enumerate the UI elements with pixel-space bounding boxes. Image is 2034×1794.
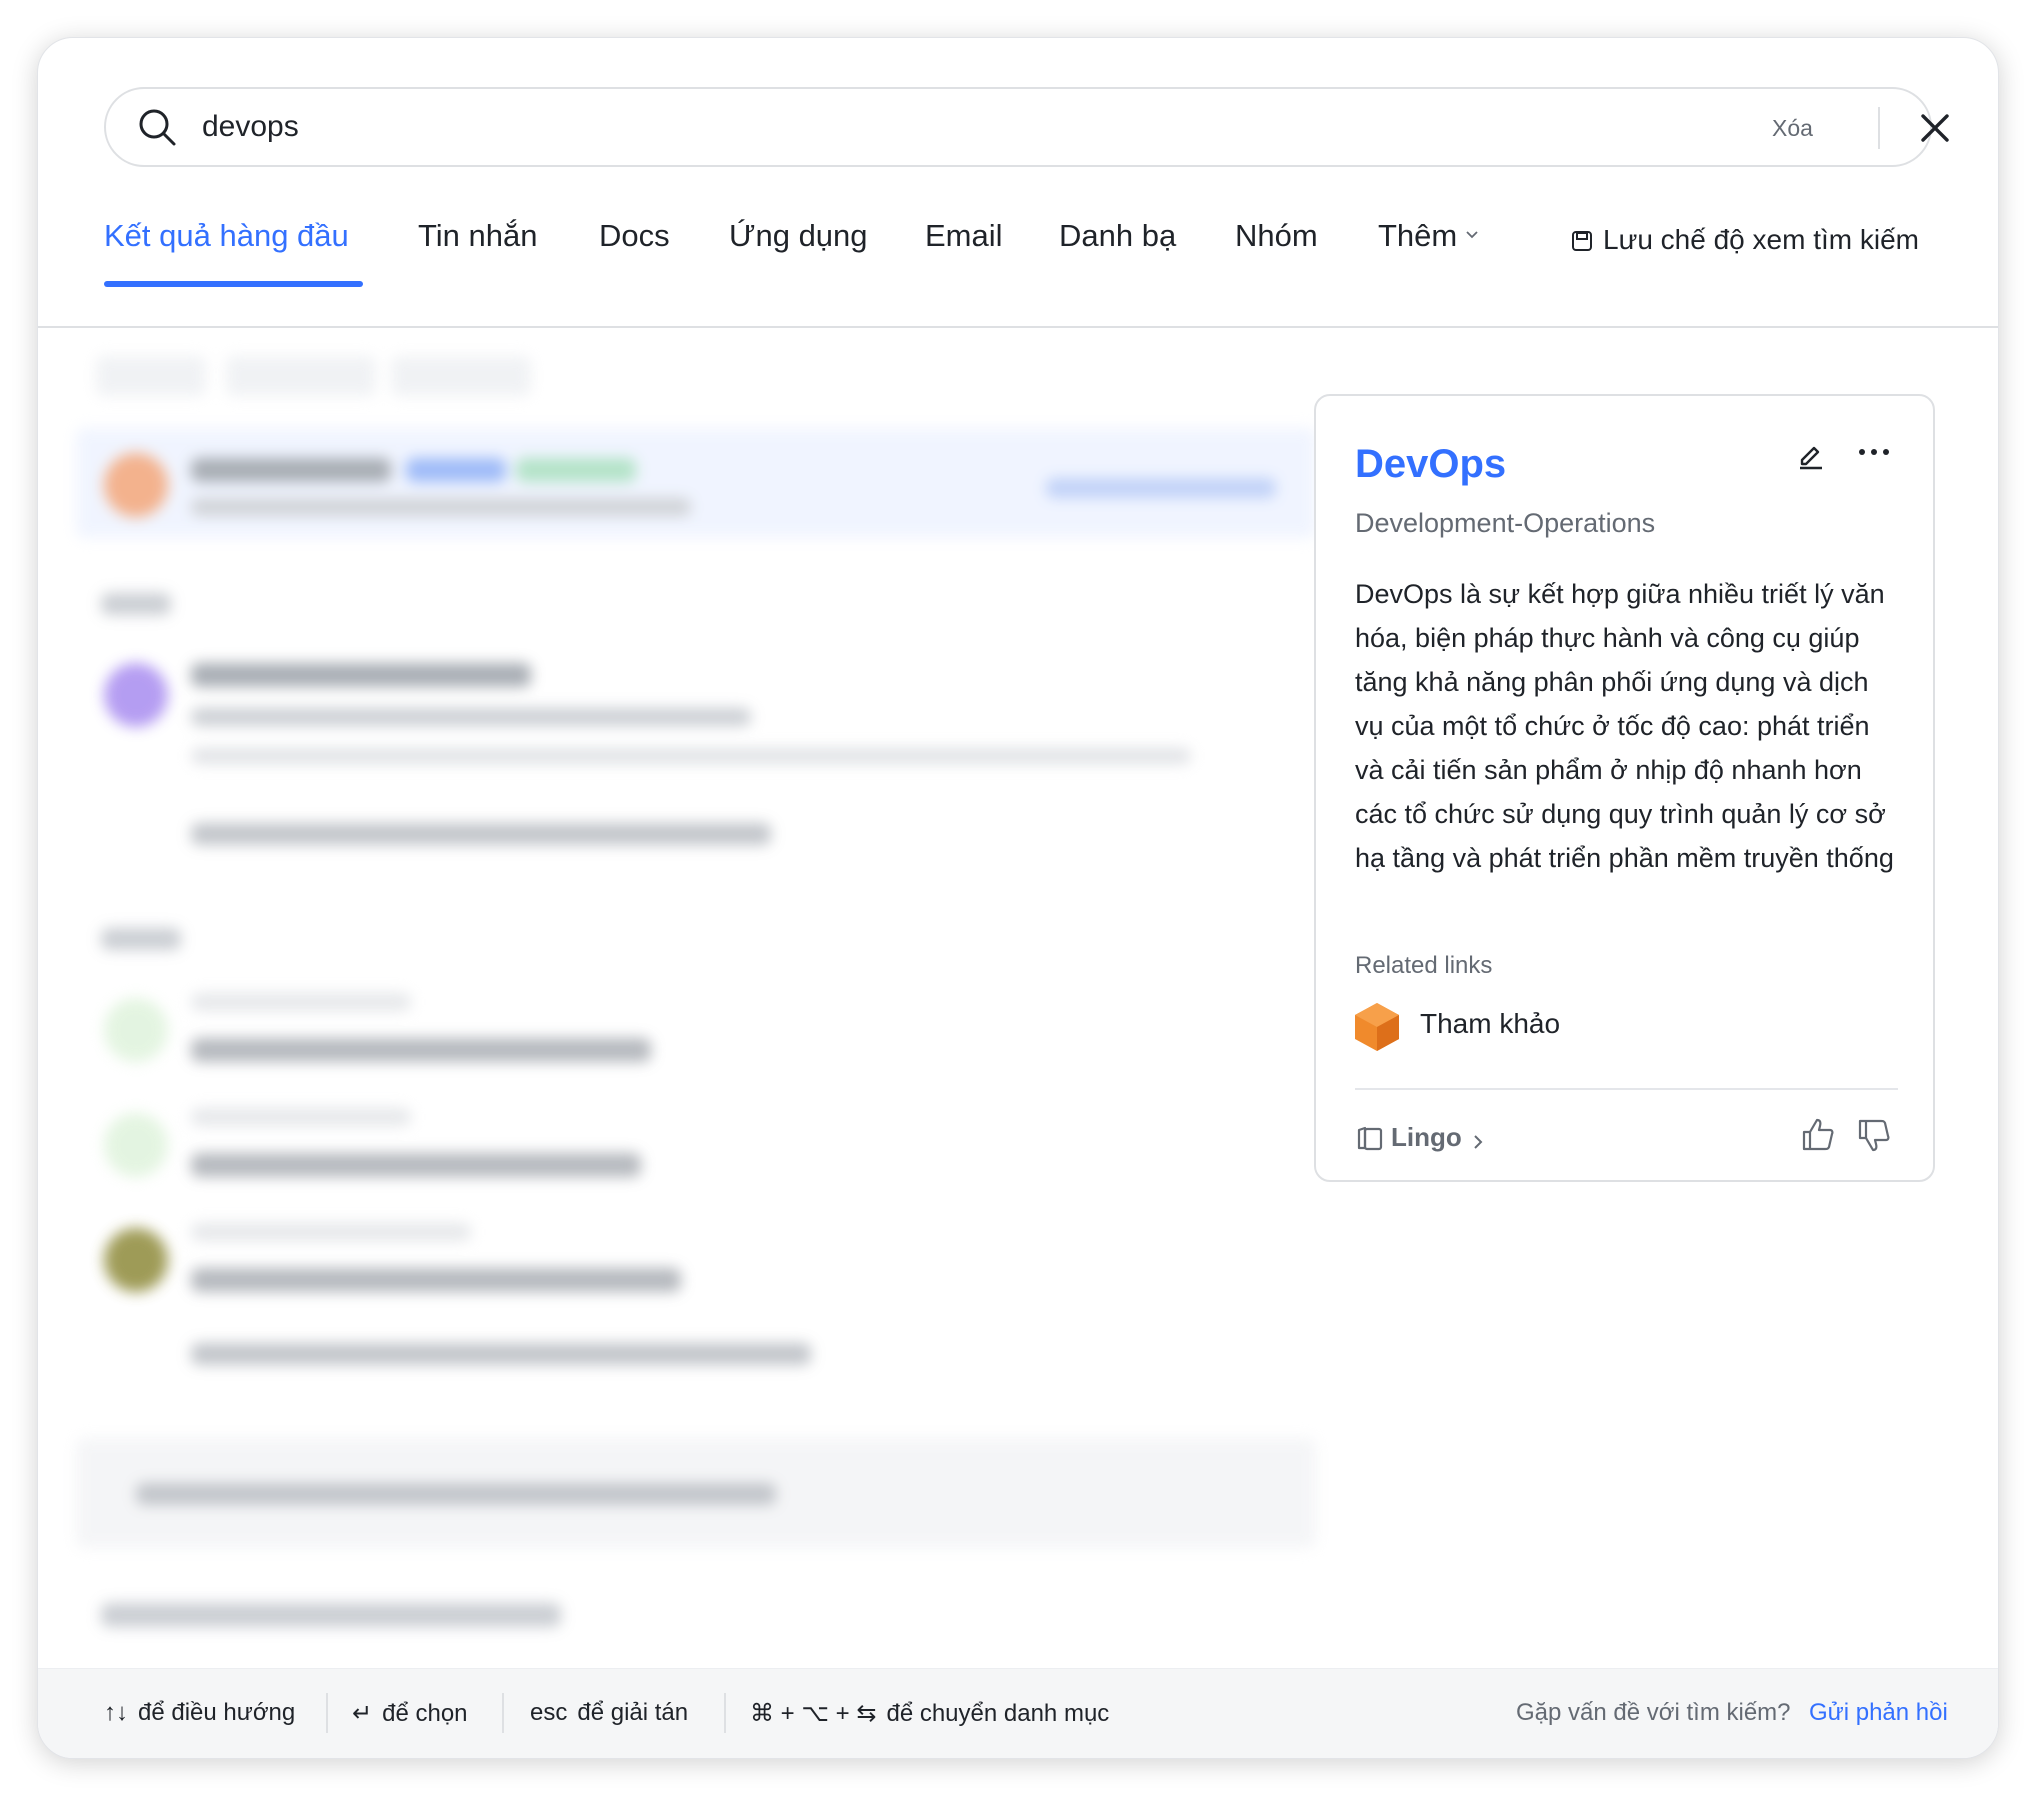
hint-select: ↵ để chọn [352, 1699, 468, 1728]
save-icon [1572, 231, 1592, 251]
card-divider [1355, 1088, 1898, 1090]
tab-contacts[interactable]: Danh bạ [1059, 218, 1176, 254]
chevron-right-icon [1474, 1135, 1483, 1149]
switch-keys: ⌘ + ⌥ + ⇆ [750, 1700, 877, 1727]
search-window: devops Xóa Kết quả hàng đầu Tin nhắn Doc… [37, 37, 1999, 1759]
edit-icon[interactable] [1794, 438, 1826, 470]
select-key: ↵ [352, 1700, 373, 1727]
keyboard-hints-footer: ↑↓ để điều hướng ↵ để chọn esc để giải tán … [38, 1668, 1998, 1758]
more-icon[interactable] [1854, 440, 1894, 464]
hint-navigate: ↑↓ để điều hướng [104, 1699, 295, 1727]
tab-email[interactable]: Email [925, 218, 1003, 254]
chevron-down-icon [1466, 231, 1478, 239]
footer-divider [724, 1693, 726, 1733]
dismiss-label: để giải tán [577, 1699, 689, 1726]
save-search-view-button[interactable]: Lưu chế độ xem tìm kiếm [1571, 224, 1919, 256]
search-icon [139, 109, 176, 146]
navigate-keys: ↑↓ [104, 1699, 128, 1726]
navigate-label: để điều hướng [138, 1699, 296, 1726]
active-tab-indicator [104, 281, 363, 287]
footer-divider [326, 1693, 328, 1733]
search-bar[interactable]: devops Xóa [104, 87, 1949, 167]
tab-apps[interactable]: Ứng dụng [729, 218, 868, 254]
card-description: DevOps là sự kết hợp giữa nhiều triết lý… [1355, 579, 1894, 873]
thumbs-up-icon[interactable] [1801, 1116, 1835, 1152]
close-icon[interactable] [1917, 110, 1953, 146]
tab-groups[interactable]: Nhóm [1235, 218, 1318, 254]
search-divider [1878, 107, 1880, 149]
card-subtitle: Development-Operations [1355, 508, 1656, 538]
lingo-icon [1357, 1126, 1383, 1151]
knowledge-card: DevOps Development-Operations DevOps là … [1314, 394, 1935, 1182]
tab-messages[interactable]: Tin nhắn [418, 218, 538, 254]
tab-top-results[interactable]: Kết quả hàng đầu [104, 218, 349, 254]
search-input[interactable]: devops [202, 110, 299, 144]
feedback-question: Gặp vấn đề với tìm kiếm? [1516, 1699, 1791, 1726]
lingo-label: Lingo [1391, 1122, 1462, 1152]
footer-divider [502, 1693, 504, 1733]
card-title[interactable]: DevOps [1355, 442, 1506, 487]
thumbs-down-icon[interactable] [1857, 1118, 1891, 1154]
hint-switch-category: ⌘ + ⌥ + ⇆ để chuyển danh mục [750, 1699, 1109, 1728]
dismiss-key: esc [530, 1699, 568, 1726]
tab-docs[interactable]: Docs [599, 218, 670, 254]
related-links-title: Related links [1355, 952, 1493, 979]
related-link-reference[interactable]: Tham khảo [1420, 1008, 1560, 1040]
hint-dismiss: esc để giải tán [530, 1699, 688, 1727]
lingo-source-link[interactable]: Lingo [1355, 1122, 1494, 1153]
send-feedback-link[interactable]: Gửi phản hồi [1809, 1699, 1948, 1727]
select-label: để chọn [382, 1700, 468, 1727]
tab-more[interactable]: Thêm [1378, 218, 1479, 254]
tab-more-label: Thêm [1378, 218, 1458, 253]
switch-label: để chuyển danh mục [886, 1700, 1110, 1727]
blurred-results [76, 338, 1326, 1728]
save-search-view-label: Lưu chế độ xem tìm kiếm [1603, 224, 1919, 255]
clear-button[interactable]: Xóa [1772, 115, 1813, 142]
orange-cube-icon [1355, 1003, 1399, 1051]
